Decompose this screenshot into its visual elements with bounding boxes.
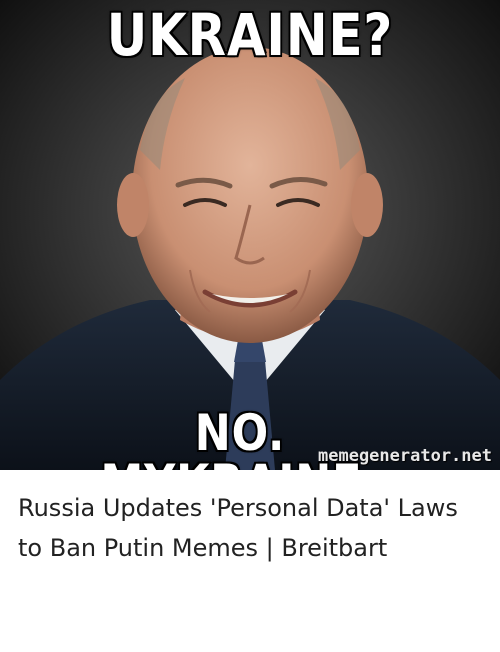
memegenerator-watermark: memegenerator.net bbox=[318, 446, 492, 466]
meme-top-caption: UKRAINE? bbox=[106, 1, 394, 69]
portrait-photo bbox=[0, 0, 500, 470]
meme-image: UKRAINE? NO. MYKRAINE. memegenerator.net bbox=[0, 0, 500, 470]
article-headline[interactable]: Russia Updates 'Personal Data' Laws to B… bbox=[18, 488, 488, 568]
